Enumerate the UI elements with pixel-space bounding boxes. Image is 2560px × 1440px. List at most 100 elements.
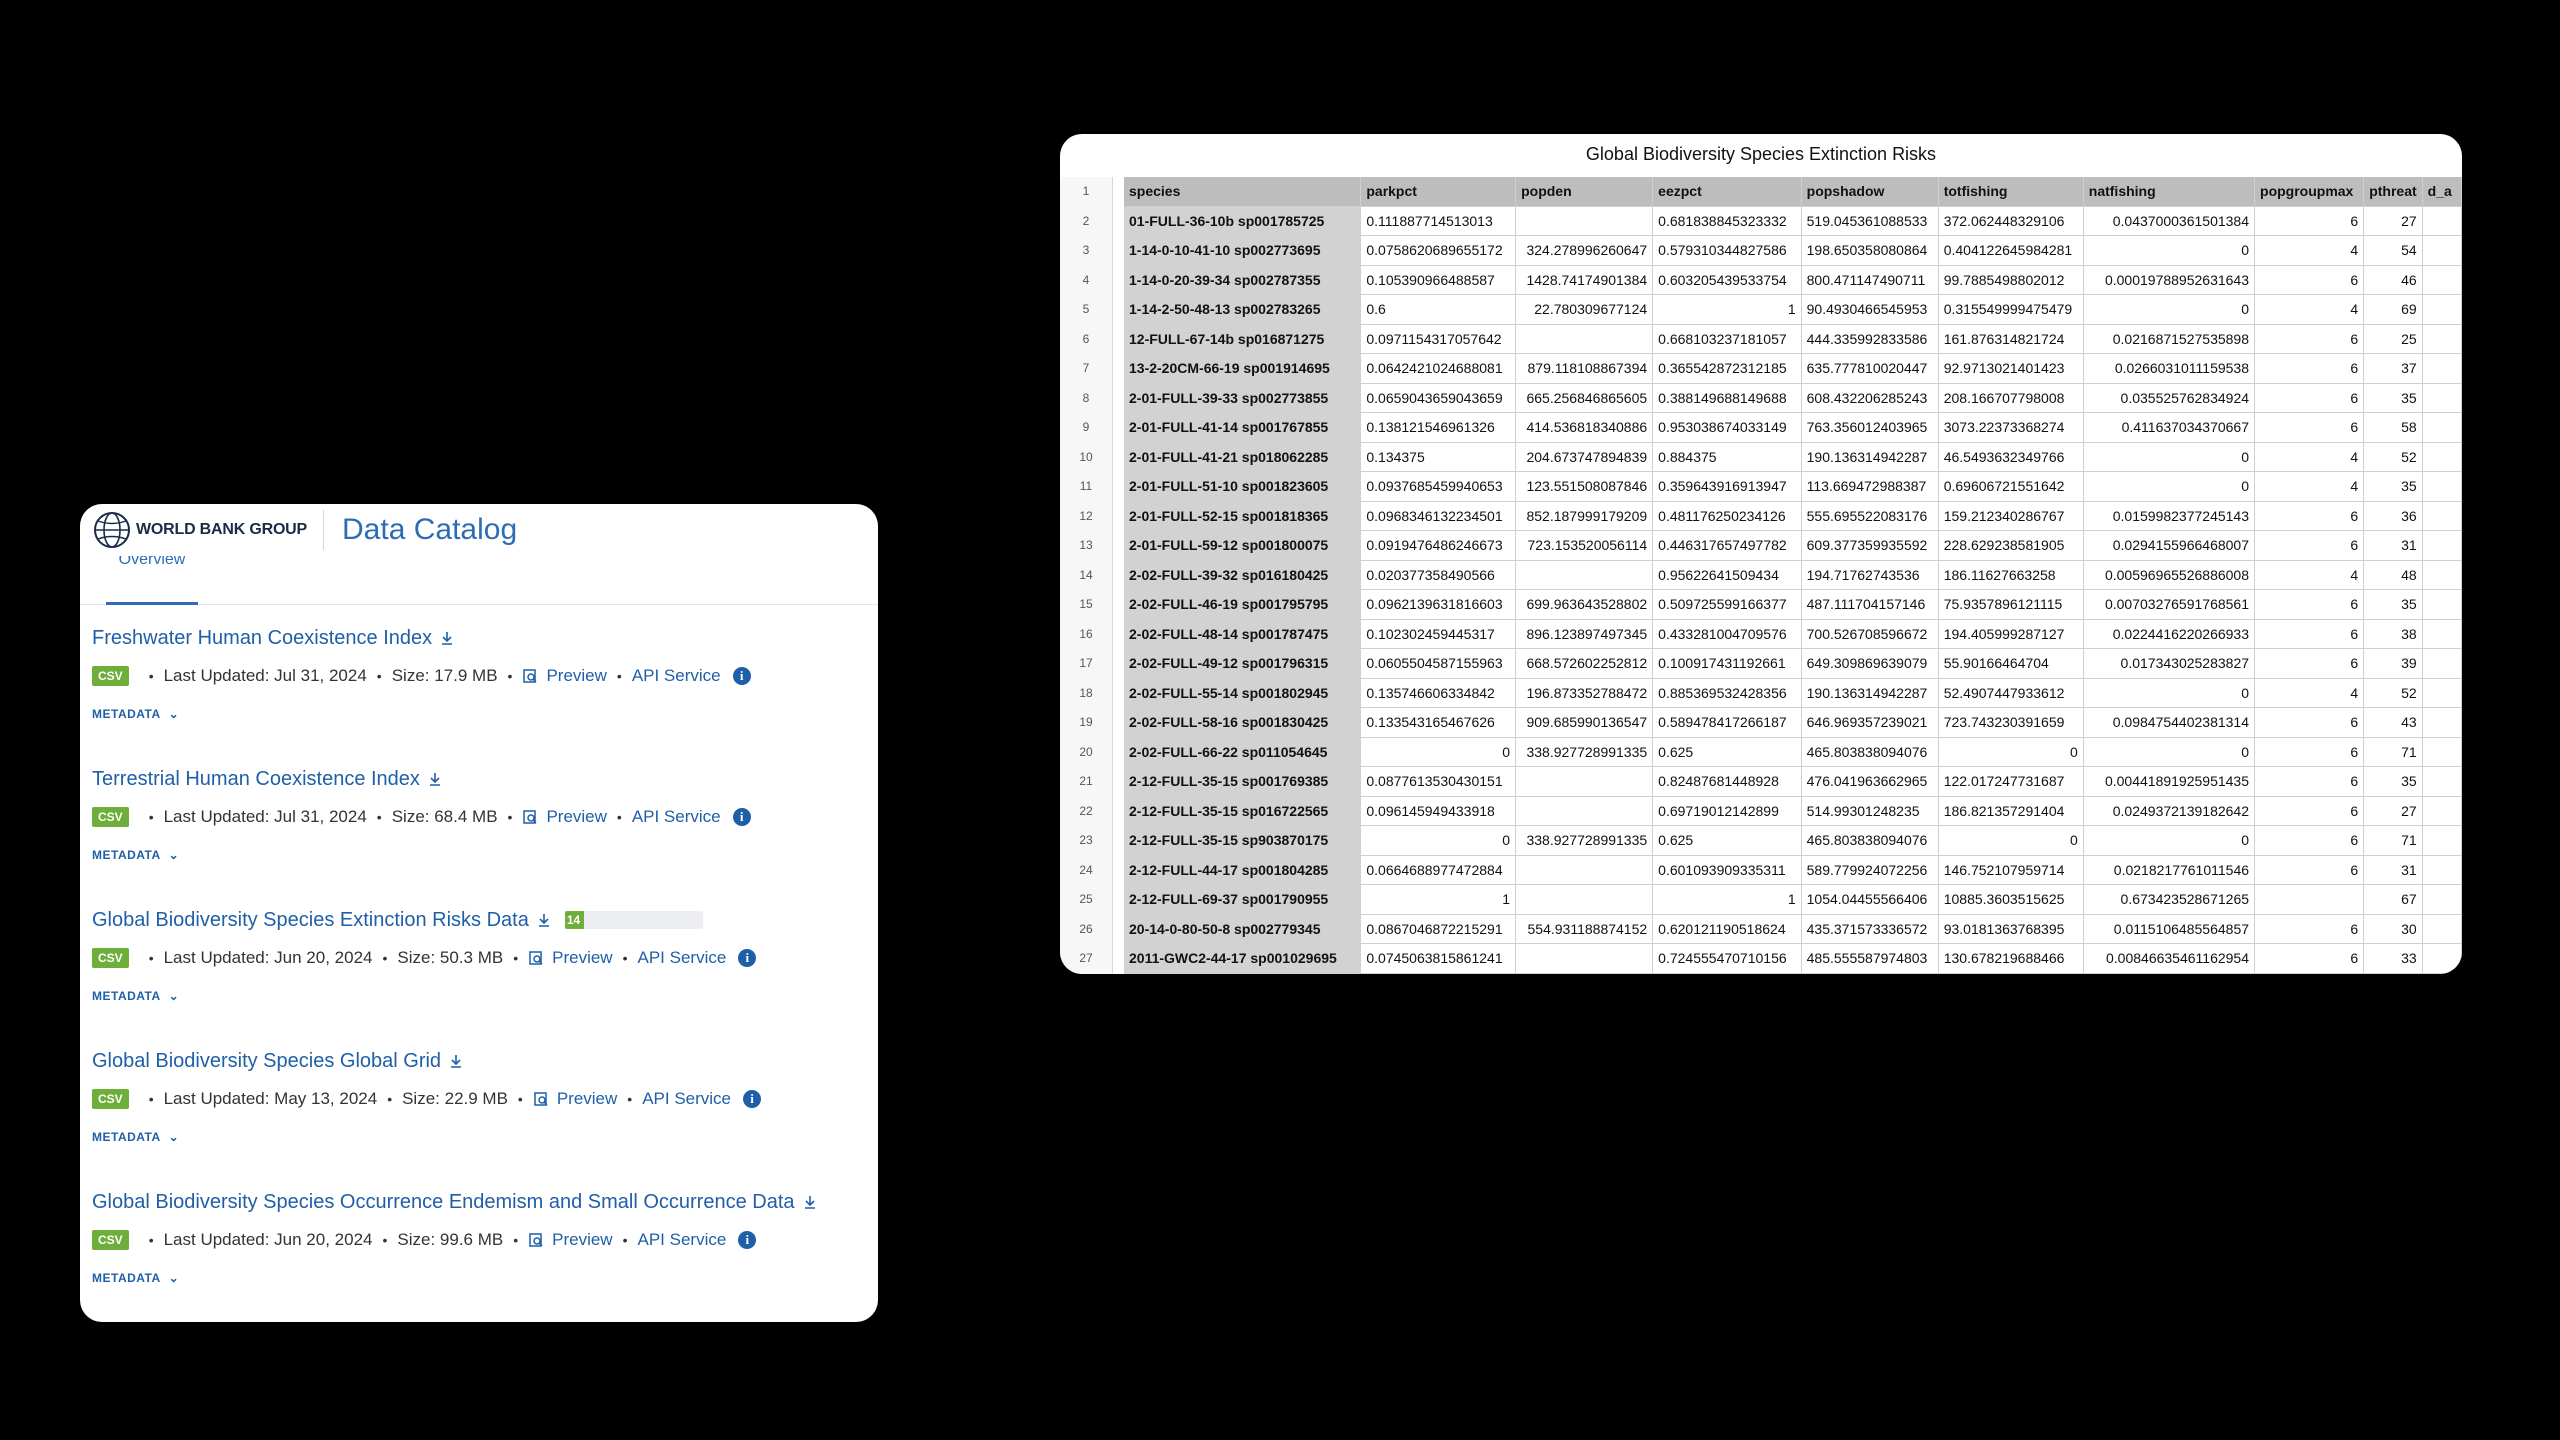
column-header[interactable]: totfishing [1938, 177, 2084, 207]
table-cell[interactable]: 0.953038674033149 [1652, 412, 1802, 443]
table-cell[interactable]: 0.0971154317057642 [1360, 324, 1517, 354]
table-cell[interactable]: 6 [2254, 206, 2365, 236]
species-cell[interactable]: 2-12-FULL-69-37 sp001790955 [1124, 884, 1362, 915]
table-cell[interactable] [1515, 324, 1654, 354]
table-cell[interactable]: 555.695522083176 [1801, 501, 1939, 531]
info-icon[interactable]: i [732, 808, 751, 826]
table-cell[interactable]: 3073.22373368274 [1938, 412, 2084, 443]
table-cell[interactable]: 665.256846865605 [1515, 383, 1654, 413]
table-cell[interactable]: 0.0642421024688081 [1360, 353, 1517, 384]
table-cell[interactable]: 519.045361088533 [1801, 206, 1939, 236]
dataset-title-link[interactable]: Terrestrial Human Coexistence Index [92, 768, 420, 791]
table-cell[interactable]: 99.7885498802012 [1938, 265, 2084, 295]
table-cell[interactable]: 554.931188874152 [1515, 914, 1654, 944]
table-cell[interactable]: 0.0758620689655172 [1360, 235, 1517, 266]
table-cell[interactable]: 0.673423528671265 [2083, 884, 2256, 915]
table-cell[interactable]: 372.062448329106 [1938, 206, 2084, 236]
species-cell[interactable]: 2-12-FULL-44-17 sp001804285 [1124, 855, 1362, 885]
download-icon[interactable] [449, 1053, 463, 1069]
table-cell[interactable]: 0 [2083, 825, 2256, 856]
table-cell[interactable] [1515, 560, 1654, 590]
species-cell[interactable]: 2-01-FULL-41-21 sp018062285 [1124, 442, 1362, 472]
table-cell[interactable]: 0.133543165467626 [1360, 707, 1517, 738]
table-cell[interactable]: 0.134375 [1360, 442, 1517, 472]
metadata-toggle[interactable]: METADATA ⌄ [92, 983, 858, 1009]
table-cell[interactable]: 0.0937685459940653 [1360, 471, 1517, 502]
table-cell[interactable]: 90.4930466545953 [1801, 294, 1939, 325]
table-cell[interactable]: 0.681838845323332 [1652, 206, 1802, 236]
table-cell[interactable] [2422, 678, 2462, 708]
table-cell[interactable]: 0.315549999475479 [1938, 294, 2084, 325]
table-cell[interactable]: 0.0745063815861241 [1360, 943, 1517, 974]
table-cell[interactable]: 896.123897497345 [1515, 619, 1654, 649]
table-cell[interactable] [1515, 943, 1654, 974]
table-cell[interactable]: 0.0867046872215291 [1360, 914, 1517, 944]
table-cell[interactable]: 0.481176250234126 [1652, 501, 1802, 531]
info-icon[interactable]: i [732, 667, 751, 685]
table-cell[interactable] [2422, 265, 2462, 295]
table-cell[interactable]: 0 [2083, 294, 2256, 325]
table-cell[interactable]: 194.405999287127 [1938, 619, 2084, 649]
table-cell[interactable]: 465.803838094076 [1801, 737, 1939, 767]
table-cell[interactable]: 6 [2254, 766, 2365, 797]
table-cell[interactable]: 0.82487681448928 [1652, 766, 1802, 797]
table-cell[interactable]: 208.166707798008 [1938, 383, 2084, 413]
table-cell[interactable]: 0.00441891925951435 [2083, 766, 2256, 797]
table-cell[interactable]: 0.00846635461162954 [2083, 943, 2256, 974]
table-cell[interactable] [2422, 619, 2462, 649]
table-cell[interactable]: 0.69606721551642 [1938, 471, 2084, 502]
table-cell[interactable] [2422, 353, 2462, 384]
table-cell[interactable]: 43 [2363, 707, 2423, 738]
table-cell[interactable]: 35 [2363, 383, 2423, 413]
table-cell[interactable]: 852.187999179209 [1515, 501, 1654, 531]
table-cell[interactable]: 0.433281004709576 [1652, 619, 1802, 649]
table-cell[interactable]: 699.963643528802 [1515, 589, 1654, 620]
species-cell[interactable]: 2-02-FULL-66-22 sp011054645 [1124, 737, 1362, 767]
table-cell[interactable]: 146.752107959714 [1938, 855, 2084, 885]
table-cell[interactable]: 71 [2363, 737, 2423, 767]
table-cell[interactable]: 0 [2083, 471, 2256, 502]
table-cell[interactable]: 763.356012403965 [1801, 412, 1939, 443]
data-grid[interactable]: species parkpct popden eezpct popshadow totfi… [1124, 177, 2462, 974]
species-cell[interactable]: 2-01-FULL-59-12 sp001800075 [1124, 530, 1362, 561]
table-cell[interactable]: 30 [2363, 914, 2423, 944]
table-cell[interactable] [2422, 471, 2462, 502]
table-cell[interactable]: 0.020377358490566 [1360, 560, 1517, 590]
table-cell[interactable]: 6 [2254, 619, 2365, 649]
table-cell[interactable] [1515, 796, 1654, 826]
table-cell[interactable]: 6 [2254, 589, 2365, 620]
table-cell[interactable] [2422, 884, 2462, 915]
table-cell[interactable] [1515, 206, 1654, 236]
table-cell[interactable]: 0.724555470710156 [1652, 943, 1802, 974]
info-icon[interactable]: i [738, 949, 757, 967]
table-cell[interactable]: 35 [2363, 471, 2423, 502]
species-cell[interactable]: 2-02-FULL-58-16 sp001830425 [1124, 707, 1362, 738]
table-cell[interactable] [1515, 855, 1654, 885]
table-cell[interactable]: 0.0249372139182642 [2083, 796, 2256, 826]
table-cell[interactable]: 46 [2363, 265, 2423, 295]
table-cell[interactable]: 190.136314942287 [1801, 678, 1939, 708]
table-cell[interactable]: 0 [1360, 737, 1517, 767]
table-cell[interactable]: 649.309869639079 [1801, 648, 1939, 679]
table-cell[interactable]: 113.669472988387 [1801, 471, 1939, 502]
table-cell[interactable]: 444.335992833586 [1801, 324, 1939, 354]
table-cell[interactable]: 4 [2254, 678, 2365, 708]
table-cell[interactable]: 93.0181363768395 [1938, 914, 2084, 944]
species-cell[interactable]: 2-01-FULL-41-14 sp001767855 [1124, 412, 1362, 443]
table-cell[interactable]: 514.99301248235 [1801, 796, 1939, 826]
table-cell[interactable]: 0 [2083, 737, 2256, 767]
table-cell[interactable]: 414.536818340886 [1515, 412, 1654, 443]
tab-overview[interactable]: Overview [106, 556, 198, 605]
table-cell[interactable]: 6 [2254, 737, 2365, 767]
table-cell[interactable]: 0.0919476486246673 [1360, 530, 1517, 561]
table-cell[interactable]: 487.111704157146 [1801, 589, 1939, 620]
table-cell[interactable]: 0.105390966488587 [1360, 265, 1517, 295]
table-cell[interactable]: 36 [2363, 501, 2423, 531]
table-cell[interactable] [2422, 530, 2462, 561]
table-cell[interactable]: 1 [1652, 294, 1802, 325]
table-cell[interactable]: 0.0984754402381314 [2083, 707, 2256, 738]
table-cell[interactable]: 228.629238581905 [1938, 530, 2084, 561]
table-cell[interactable]: 723.743230391659 [1938, 707, 2084, 738]
table-cell[interactable]: 6 [2254, 265, 2365, 295]
species-cell[interactable]: 2-02-FULL-39-32 sp016180425 [1124, 560, 1362, 590]
